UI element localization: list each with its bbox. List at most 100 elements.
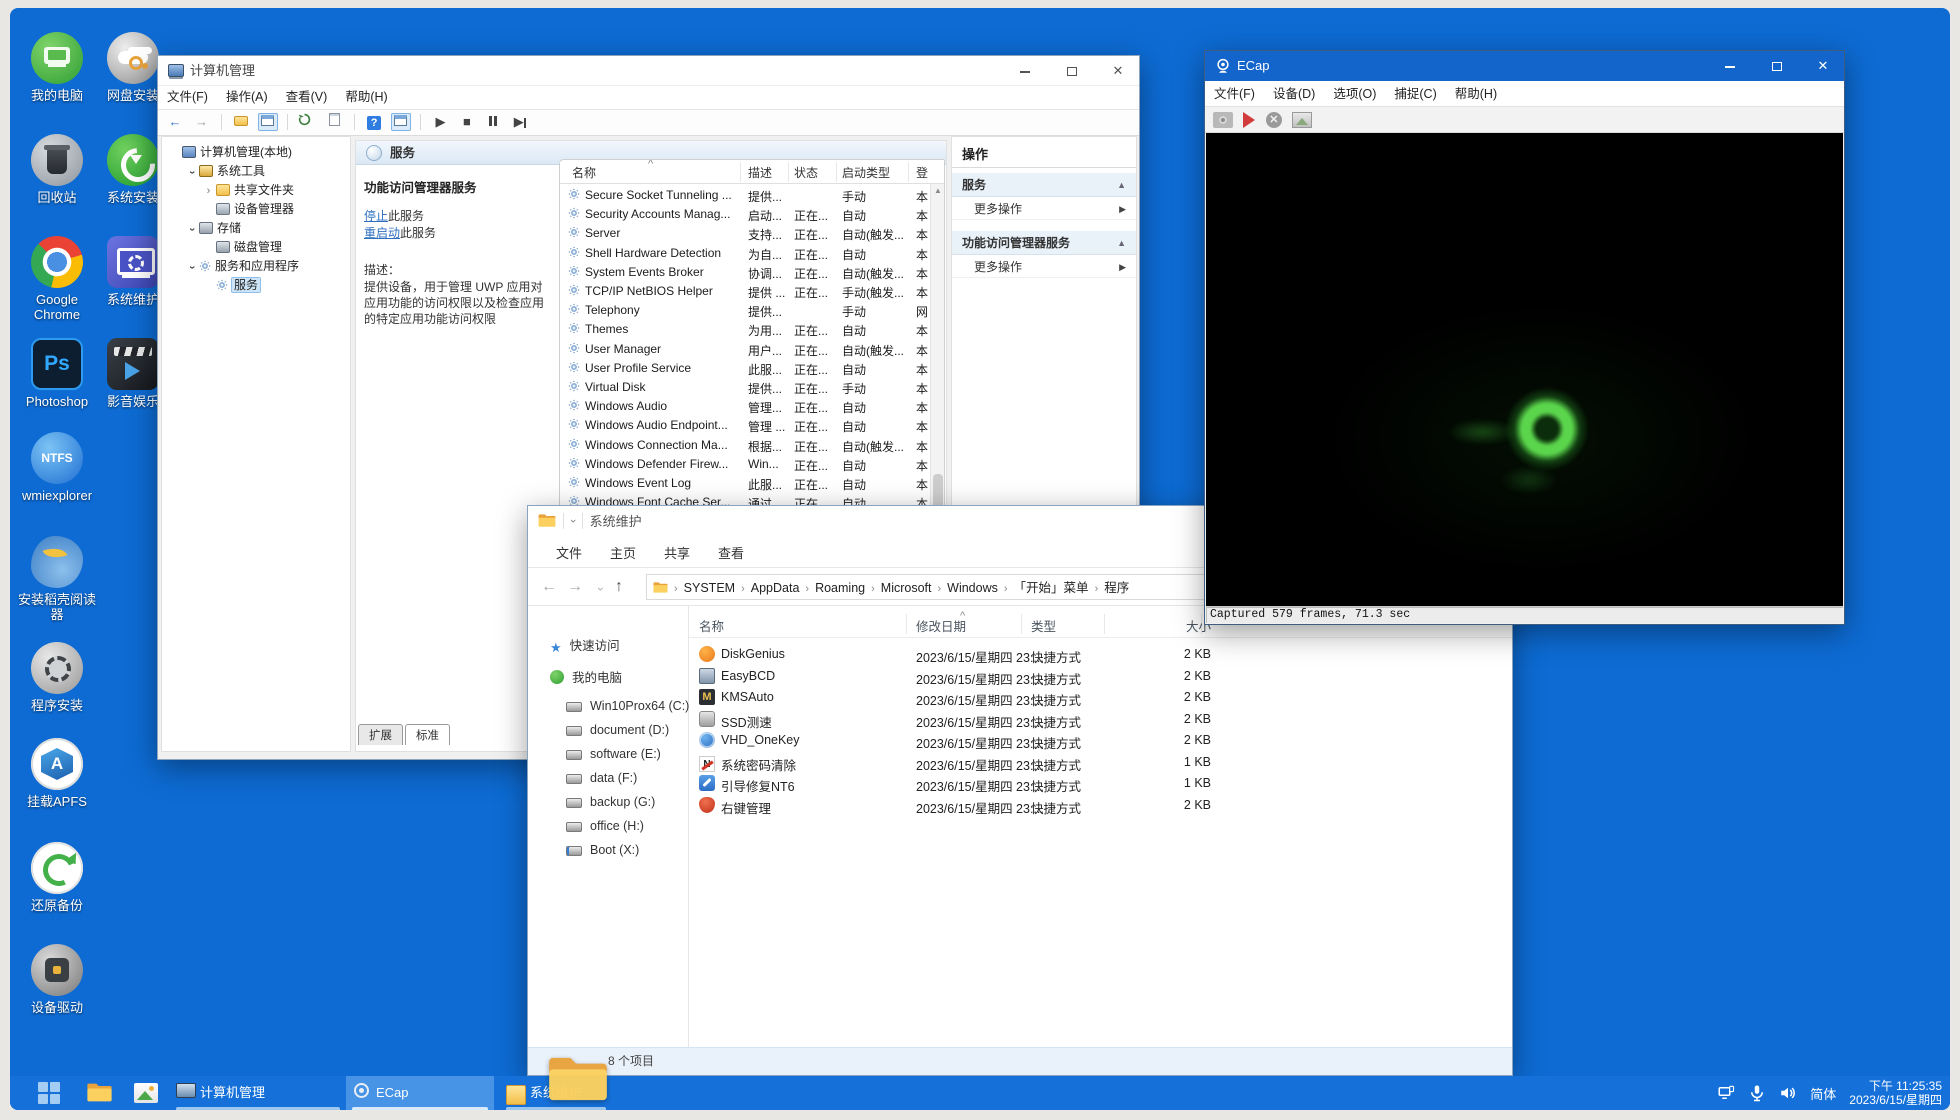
service-row[interactable]: Server支持...正在...自动(触发...本 xyxy=(560,224,930,243)
sidebar-item-office (H:)[interactable]: office (H:) xyxy=(528,814,688,838)
tree-item-共享文件夹[interactable]: ›共享文件夹 xyxy=(162,181,350,200)
service-row[interactable]: User Manager用户...正在...自动(触发...本 xyxy=(560,340,930,359)
actions-section-services[interactable]: 服务▲ xyxy=(952,173,1136,197)
taskbar-button-ECap[interactable]: ECap xyxy=(346,1076,494,1110)
file-row-VHD_OneKey[interactable]: VHD_OneKey2023/6/15/星期四 23:...快捷方式2 KB xyxy=(689,730,1512,751)
desktop-icon-reader[interactable]: 安装稻壳阅读器 xyxy=(18,536,96,622)
minimize-button[interactable] xyxy=(1709,51,1751,81)
forward-icon[interactable]: → xyxy=(191,113,211,131)
desktop-icon-chrome[interactable]: Google Chrome xyxy=(18,236,96,322)
tree-item-计算机管理(本地)[interactable]: 计算机管理(本地) xyxy=(162,143,350,162)
ecap-menu-文件(F)[interactable]: 文件(F) xyxy=(1205,83,1264,106)
ecap-titlebar[interactable]: ECap ✕ xyxy=(1205,51,1844,81)
snapshot-icon[interactable] xyxy=(1213,112,1233,128)
tree-expander-icon[interactable]: › xyxy=(202,182,215,201)
service-row[interactable]: System Events Broker协调...正在...自动(触发...本 xyxy=(560,263,930,282)
qat-dropdown-icon[interactable]: › xyxy=(567,519,579,523)
stop-capture-icon[interactable]: ✕ xyxy=(1266,112,1282,128)
tree-expander-icon[interactable]: › xyxy=(182,261,201,274)
service-row[interactable]: Windows Event Log此服...正在...自动本 xyxy=(560,474,930,493)
service-row[interactable]: Windows Defender Firew...Win...正在...自动本 xyxy=(560,455,930,474)
sidebar-item-我的电脑[interactable]: 我的电脑 xyxy=(528,666,688,690)
breadcrumb-程序[interactable]: 程序 xyxy=(1102,581,1131,595)
tree-expander-icon[interactable]: › xyxy=(182,166,201,179)
collapse-icon[interactable]: ▲ xyxy=(1117,173,1126,197)
pause-service-icon[interactable] xyxy=(483,113,503,131)
desktop-icon-restore-backup[interactable]: 还原备份 xyxy=(18,842,96,913)
drag-ghost-folder-icon[interactable] xyxy=(547,1054,609,1104)
service-row[interactable]: Secure Socket Tunneling ...提供...手动本 xyxy=(560,186,930,205)
close-button[interactable]: ✕ xyxy=(1097,56,1139,86)
stop-service-link[interactable]: 停止 xyxy=(364,209,388,223)
tab-extended[interactable]: 扩展 xyxy=(358,724,403,745)
desktop-icon-apfs[interactable]: 挂载APFS xyxy=(18,738,96,809)
taskbar-explorer-icon[interactable] xyxy=(86,1082,113,1103)
maximize-button[interactable] xyxy=(1756,51,1798,81)
service-row[interactable]: Windows Connection Ma...根据...正在...自动(触发.… xyxy=(560,436,930,455)
back-icon[interactable]: ← xyxy=(165,113,185,131)
taskbar-button-计算机管理[interactable]: 计算机管理 xyxy=(170,1076,346,1110)
cm-menu-帮助(H)[interactable]: 帮助(H) xyxy=(336,86,396,109)
file-row-引导修复NT6[interactable]: 引导修复NT62023/6/15/星期四 23:...快捷方式1 KB xyxy=(689,773,1512,794)
export-list-icon[interactable] xyxy=(324,113,344,131)
tree-item-磁盘管理[interactable]: 磁盘管理 xyxy=(162,238,350,257)
sidebar-item-software (E:)[interactable]: software (E:) xyxy=(528,742,688,766)
sidebar-item-document (D:)[interactable]: document (D:) xyxy=(528,718,688,742)
column-header-修改日期[interactable]: 修改日期 xyxy=(916,616,966,635)
column-header-大小[interactable]: 大小 xyxy=(1151,616,1211,635)
restart-service-link[interactable]: 重启动 xyxy=(364,226,400,240)
file-row-SSD测速[interactable]: SSD测速2023/6/15/星期四 23:...快捷方式2 KB xyxy=(689,709,1512,730)
tab-standard[interactable]: 标准 xyxy=(405,724,450,745)
column-header-描述[interactable]: 描述 xyxy=(748,164,772,181)
cm-menu-查看(V)[interactable]: 查看(V) xyxy=(277,86,337,109)
service-row[interactable]: Themes为用...正在...自动本 xyxy=(560,320,930,339)
scroll-up-icon[interactable]: ▲ xyxy=(931,184,945,198)
explorer-tab-共享[interactable]: 共享 xyxy=(650,542,704,566)
stop-service-icon[interactable]: ■ xyxy=(457,113,477,131)
column-header-名称[interactable]: 名称 xyxy=(699,616,724,635)
ecap-menu-选项(O)[interactable]: 选项(O) xyxy=(1324,83,1385,106)
minimize-button[interactable] xyxy=(1004,56,1046,86)
cm-titlebar[interactable]: 计算机管理 ✕ xyxy=(158,56,1139,86)
tree-item-存储[interactable]: ›存储 xyxy=(162,219,350,238)
record-icon[interactable] xyxy=(1243,112,1255,128)
service-row[interactable]: Windows Audio Endpoint...管理 ...正在...自动本 xyxy=(560,416,930,435)
breadcrumb-Windows[interactable]: Windows xyxy=(945,581,1000,595)
tree-expander-icon[interactable]: › xyxy=(182,223,201,236)
network-icon[interactable] xyxy=(1717,1084,1735,1102)
service-row[interactable]: Security Accounts Manag...启动...正在...自动本 xyxy=(560,205,930,224)
breadcrumb-Roaming[interactable]: Roaming xyxy=(813,581,867,595)
taskbar-pictures-app-icon[interactable] xyxy=(134,1083,158,1103)
desktop-icon-photoshop[interactable]: Photoshop xyxy=(18,338,96,409)
image-icon[interactable] xyxy=(1292,112,1312,128)
more-actions-selected-service[interactable]: 更多操作▶ xyxy=(952,256,1136,278)
more-actions-services[interactable]: 更多操作▶ xyxy=(952,198,1136,220)
column-header-状态[interactable]: 状态 xyxy=(794,164,818,181)
start-service-icon[interactable]: ▶ xyxy=(430,113,450,131)
column-header-启动类型[interactable]: 启动类型 xyxy=(842,164,890,181)
ecap-menu-捕捉(C)[interactable]: 捕捉(C) xyxy=(1385,83,1445,106)
service-row[interactable]: Virtual Disk提供...正在...手动本 xyxy=(560,378,930,397)
breadcrumb-「开始」菜单[interactable]: 「开始」菜单 xyxy=(1012,581,1091,595)
taskbar-clock[interactable]: 下午 11:25:35 2023/6/15/星期四 xyxy=(1849,1079,1942,1107)
cm-menu-操作(A)[interactable]: 操作(A) xyxy=(217,86,277,109)
help-icon[interactable]: ? xyxy=(364,113,384,131)
start-button-icon[interactable] xyxy=(38,1082,48,1092)
volume-icon[interactable] xyxy=(1779,1084,1797,1102)
sidebar-item-backup (G:)[interactable]: backup (G:) xyxy=(528,790,688,814)
file-row-EasyBCD[interactable]: EasyBCD2023/6/15/星期四 23:...快捷方式2 KB xyxy=(689,666,1512,687)
collapse-icon[interactable]: ▲ xyxy=(1117,231,1126,255)
tree-item-服务[interactable]: 服务 xyxy=(162,276,350,295)
close-button[interactable]: ✕ xyxy=(1802,51,1844,81)
service-row[interactable]: User Profile Service此服...正在...自动本 xyxy=(560,359,930,378)
column-header-名称[interactable]: 名称 xyxy=(572,164,596,181)
breadcrumb-Microsoft[interactable]: Microsoft xyxy=(879,581,934,595)
show-action-pane-icon[interactable] xyxy=(391,113,411,131)
sidebar-item-快速访问[interactable]: ★快速访问 xyxy=(528,634,688,658)
back-icon[interactable]: ← xyxy=(538,576,560,598)
column-header-类型[interactable]: 类型 xyxy=(1031,616,1056,635)
service-row[interactable]: Telephony提供...手动网 xyxy=(560,301,930,320)
ecap-menu-帮助(H)[interactable]: 帮助(H) xyxy=(1446,83,1506,106)
service-row[interactable]: Shell Hardware Detection为自...正在...自动本 xyxy=(560,244,930,263)
refresh-icon[interactable] xyxy=(298,113,318,131)
